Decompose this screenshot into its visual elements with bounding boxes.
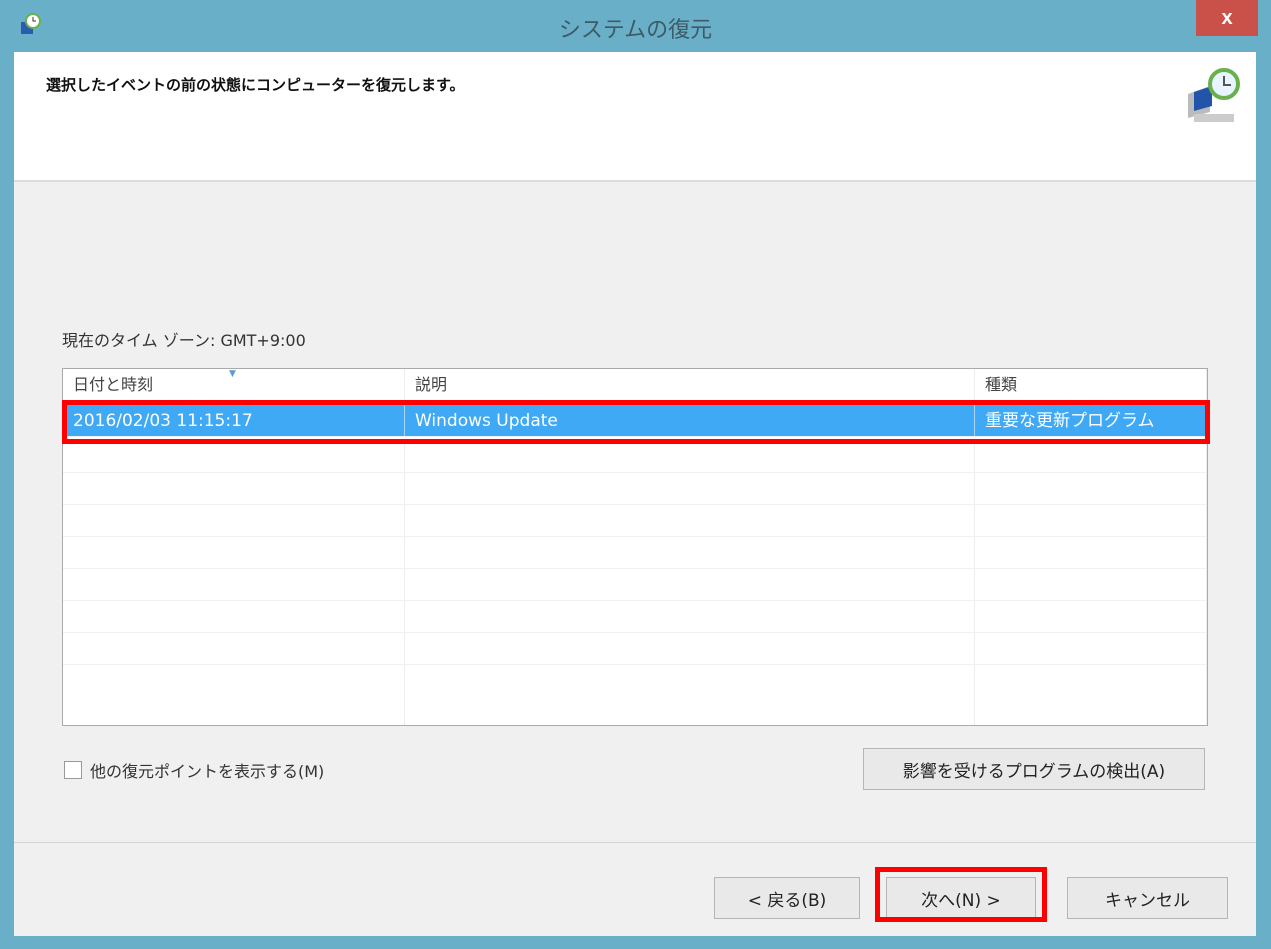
close-button[interactable]: x	[1196, 0, 1258, 36]
sort-arrow-icon: ▼	[229, 369, 236, 379]
empty-row	[63, 473, 1207, 505]
show-more-restore-points-checkbox[interactable]: 他の復元ポイントを表示する(M)	[64, 758, 324, 782]
row-highlight-box	[62, 400, 1210, 444]
scan-affected-programs-button[interactable]: 影響を受けるプログラムの検出(A)	[863, 748, 1205, 790]
column-header-type[interactable]: 種類	[975, 369, 1207, 400]
dialog-body: 選択したイベントの前の状態にコンピューターを復元します。 現在のタイム ゾーン:…	[14, 52, 1256, 936]
instruction-text: 選択したイベントの前の状態にコンピューターを復元します。	[46, 76, 465, 94]
empty-row	[63, 665, 1207, 725]
next-highlight-box	[875, 867, 1047, 922]
system-restore-icon	[1188, 68, 1240, 122]
timezone-label: 現在のタイム ゾーン: GMT+9:00	[62, 331, 306, 350]
empty-row	[63, 441, 1207, 473]
checkbox-label: 他の復元ポイントを表示する(M)	[90, 762, 325, 781]
column-header-description[interactable]: 説明	[405, 369, 975, 400]
empty-row	[63, 537, 1207, 569]
empty-row	[63, 505, 1207, 537]
header-panel: 選択したイベントの前の状態にコンピューターを復元します。	[14, 52, 1256, 182]
empty-row	[63, 569, 1207, 601]
window-title: システムの復元	[558, 18, 713, 43]
checkbox-box[interactable]	[64, 761, 82, 779]
back-button[interactable]: < 戻る(B)	[714, 877, 860, 919]
cancel-button[interactable]: キャンセル	[1067, 877, 1228, 919]
empty-row	[63, 601, 1207, 633]
title-bar: システムの復元 x	[0, 0, 1271, 52]
footer-divider	[14, 842, 1256, 843]
empty-row	[63, 633, 1207, 665]
